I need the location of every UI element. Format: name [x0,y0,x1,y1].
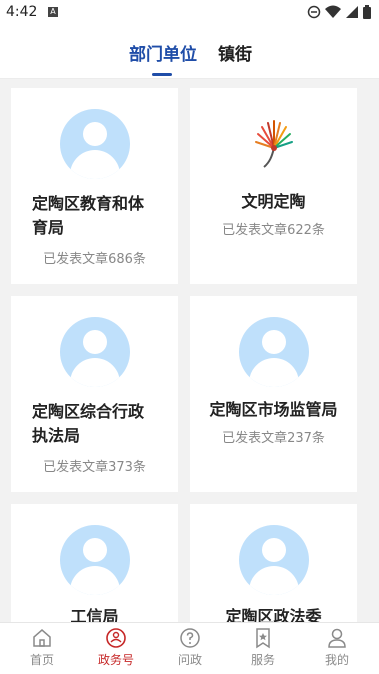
civilization-logo-icon [255,120,293,168]
nav-item-inquiry[interactable]: 问政 [160,627,220,668]
account-card[interactable]: 文明定陶 已发表文章622条 [190,88,357,284]
home-icon [33,629,51,647]
tabs-header: 部门单位 镇街 [0,26,379,79]
active-tab-indicator [152,73,172,76]
default-avatar-icon [239,317,309,387]
status-icons [307,5,371,19]
nav-item-home[interactable]: 首页 [12,627,72,668]
battery-icon [363,5,371,19]
tab-departments[interactable]: 部门单位 [129,40,197,65]
account-name: 定陶区综合行政执法局 [32,402,145,445]
service-icon [256,628,270,649]
article-count: 已发表文章622条 [222,223,325,238]
wifi-icon [325,5,341,18]
dnd-icon [307,5,321,19]
article-count: 已发表文章686条 [43,252,146,267]
nav-label: 首页 [29,653,54,667]
account-card[interactable]: 定陶区市场监管局 已发表文章237条 [190,296,357,492]
nav-item-gov-account[interactable]: 政务号 [86,627,146,668]
account-name: 定陶区政法委 [225,607,322,622]
bottom-nav: 首页 政务号 问政 服务 我的 [0,622,379,674]
nav-label: 我的 [324,653,349,667]
nav-item-service[interactable]: 服务 [233,627,293,668]
profile-icon [328,628,346,648]
nav-item-profile[interactable]: 我的 [307,627,367,668]
notification-icon: A [48,7,58,17]
default-avatar-icon [239,525,309,595]
account-card[interactable]: 定陶区综合行政执法局 已发表文章373条 [11,296,178,492]
account-card[interactable]: 工信局 [11,504,178,622]
account-name: 定陶区市场监管局 [209,400,338,419]
account-card[interactable]: 定陶区教育和体育局 已发表文章686条 [11,88,178,284]
article-count: 已发表文章237条 [222,431,325,446]
account-name: 定陶区教育和体育局 [32,194,145,237]
nav-label: 服务 [250,653,275,667]
account-card[interactable]: 定陶区政法委 [190,504,357,622]
gov-account-icon [106,628,126,648]
nav-label: 问政 [177,653,202,667]
account-name: 工信局 [70,607,119,622]
account-grid: 定陶区教育和体育局 已发表文章686条 文明定陶 已发表文章622条 定陶区综合… [0,79,379,622]
question-icon [180,628,200,648]
article-count: 已发表文章373条 [43,460,146,475]
account-name: 文明定陶 [241,192,306,211]
default-avatar-icon [60,317,130,387]
status-time: 4:42 [6,4,38,20]
nav-label: 政务号 [97,653,134,667]
default-avatar-icon [60,525,130,595]
tab-streets[interactable]: 镇街 [218,40,252,65]
signal-icon [346,6,358,18]
default-avatar-icon [60,109,130,179]
status-bar: 4:42 A [0,0,379,26]
